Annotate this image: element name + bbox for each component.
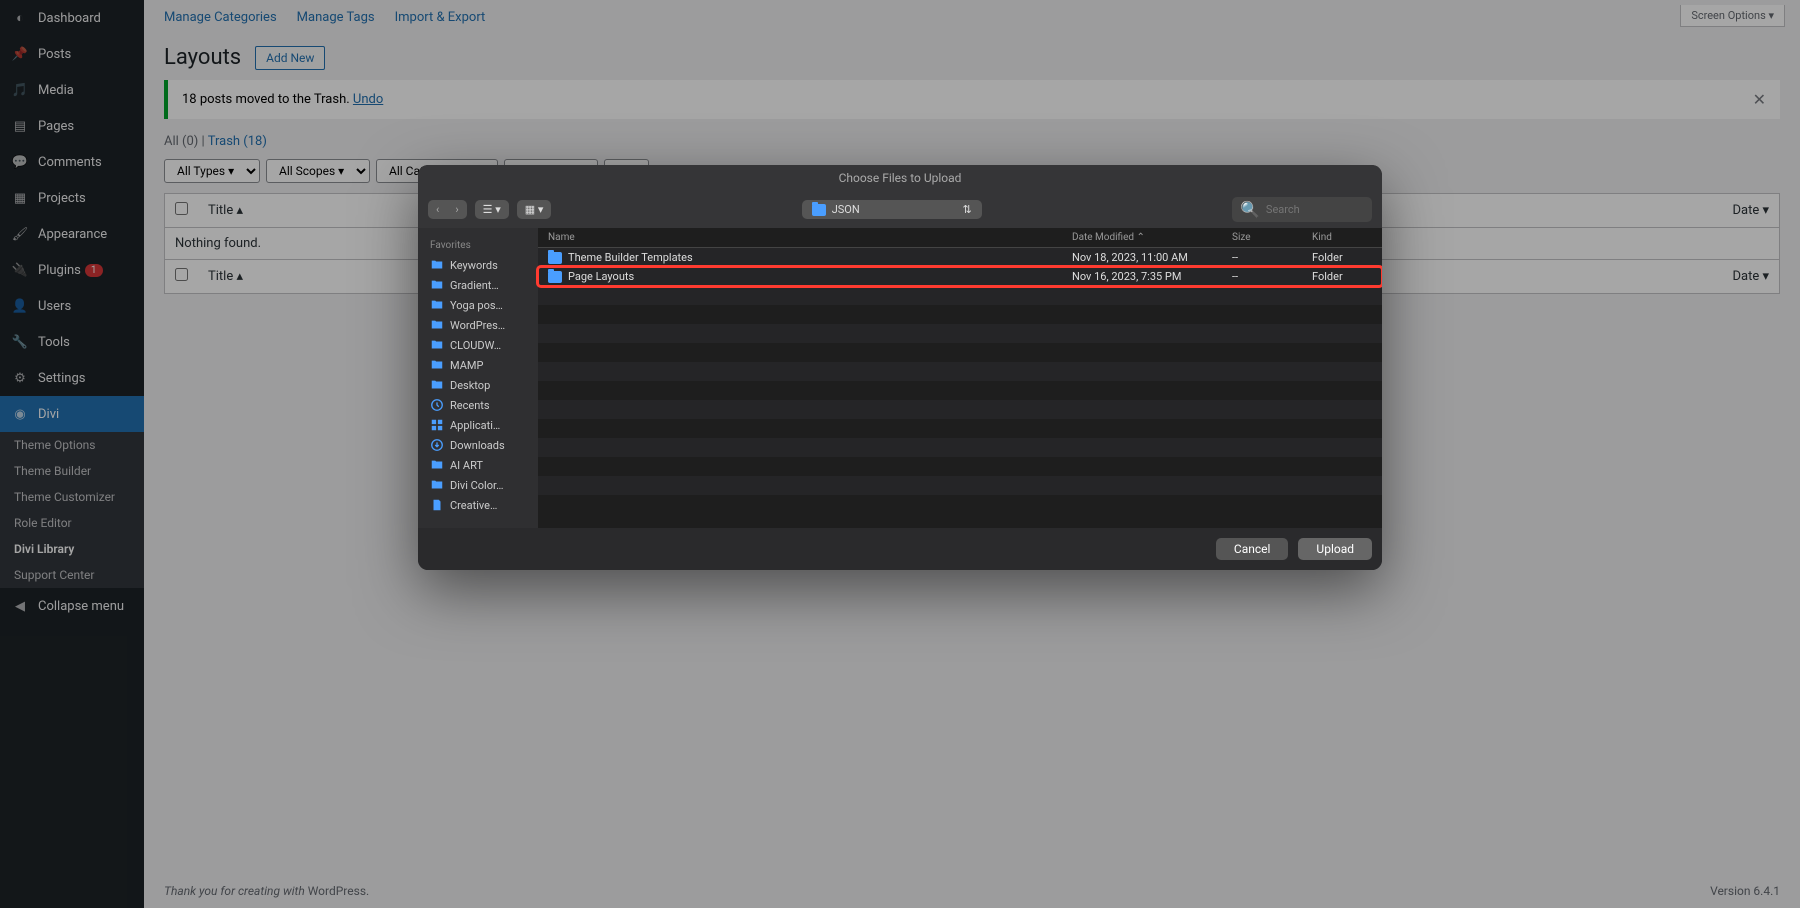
finder-file-list: Name Date Modified ⌃ Size Kind Theme Bui… (538, 228, 1382, 528)
dropdown-icon: ⇅ (962, 203, 971, 216)
empty-row (538, 476, 1382, 495)
location-dropdown[interactable]: JSON ⇅ (802, 200, 982, 219)
empty-row (538, 362, 1382, 381)
forward-button[interactable]: › (447, 200, 466, 219)
empty-row (538, 400, 1382, 419)
upload-button[interactable]: Upload (1298, 538, 1372, 560)
finder-sidebar-item[interactable]: Divi Color… (426, 475, 530, 495)
empty-row (538, 286, 1382, 305)
finder-sidebar-item[interactable]: Keywords (426, 255, 530, 275)
finder-sidebar: Favorites KeywordsGradient…Yoga pos…Word… (418, 228, 538, 528)
modal-overlay: Choose Files to Upload ‹ › ☰ ▾ ▦ ▾ JSON … (0, 0, 1800, 908)
view-switcher: ☰ ▾ (475, 200, 509, 219)
favorites-heading: Favorites (426, 236, 530, 255)
search-icon: 🔍 (1240, 200, 1260, 219)
finder-sidebar-item[interactable]: Desktop (426, 375, 530, 395)
file-picker-dialog: Choose Files to Upload ‹ › ☰ ▾ ▦ ▾ JSON … (418, 165, 1382, 570)
folder-icon (548, 271, 562, 283)
empty-row (538, 438, 1382, 457)
group-switcher: ▦ ▾ (517, 200, 552, 219)
empty-row (538, 419, 1382, 438)
folder-icon (548, 252, 562, 264)
empty-row (538, 381, 1382, 400)
file-row[interactable]: Theme Builder TemplatesNov 18, 2023, 11:… (538, 248, 1382, 267)
dialog-footer: Cancel Upload (418, 528, 1382, 570)
finder-sidebar-item[interactable]: MAMP (426, 355, 530, 375)
finder-toolbar: ‹ › ☰ ▾ ▦ ▾ JSON ⇅ 🔍 (418, 191, 1382, 228)
file-row[interactable]: Page LayoutsNov 16, 2023, 7:35 PM--Folde… (538, 267, 1382, 286)
col-kind[interactable]: Kind (1312, 232, 1372, 243)
back-button[interactable]: ‹ (428, 200, 447, 219)
finder-sidebar-item[interactable]: Yoga pos… (426, 295, 530, 315)
empty-row (538, 457, 1382, 476)
empty-row (538, 343, 1382, 362)
search-field: 🔍 (1232, 197, 1372, 222)
empty-row (538, 324, 1382, 343)
finder-sidebar-item[interactable]: Downloads (426, 435, 530, 455)
empty-row (538, 305, 1382, 324)
nav-buttons: ‹ › (428, 200, 467, 219)
col-date-modified[interactable]: Date Modified ⌃ (1072, 232, 1232, 243)
sort-indicator-icon: ⌃ (1137, 232, 1145, 243)
search-input[interactable] (1266, 203, 1364, 216)
finder-sidebar-item[interactable]: Creative… (426, 495, 530, 515)
finder-sidebar-item[interactable]: CLOUDW… (426, 335, 530, 355)
cancel-button[interactable]: Cancel (1216, 538, 1289, 560)
col-size[interactable]: Size (1232, 232, 1312, 243)
col-name[interactable]: Name (548, 232, 1072, 243)
list-view-button[interactable]: ☰ ▾ (475, 200, 509, 219)
finder-sidebar-item[interactable]: WordPres… (426, 315, 530, 335)
group-button[interactable]: ▦ ▾ (517, 200, 552, 219)
dialog-title: Choose Files to Upload (418, 165, 1382, 191)
finder-sidebar-item[interactable]: Applicati… (426, 415, 530, 435)
empty-row (538, 495, 1382, 514)
column-headers: Name Date Modified ⌃ Size Kind (538, 228, 1382, 248)
finder-sidebar-item[interactable]: Recents (426, 395, 530, 415)
folder-icon (812, 204, 826, 216)
finder-sidebar-item[interactable]: Gradient… (426, 275, 530, 295)
finder-sidebar-item[interactable]: AI ART (426, 455, 530, 475)
